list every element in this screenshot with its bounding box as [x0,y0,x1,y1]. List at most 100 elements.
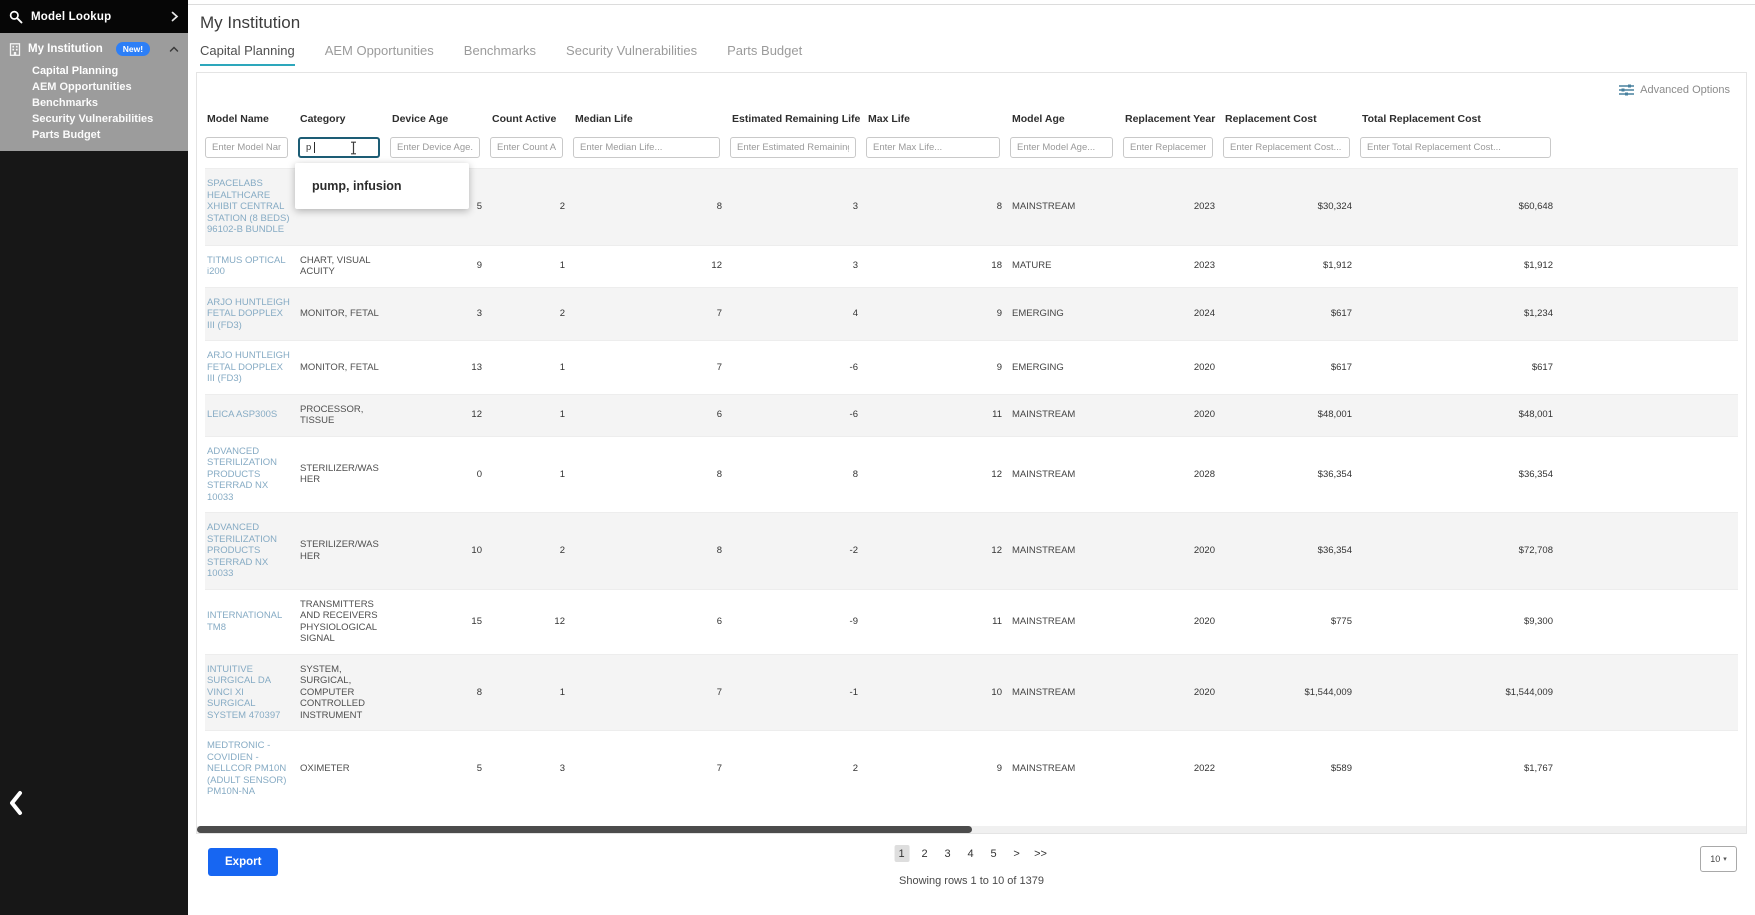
autocomplete-option-pump-infusion[interactable]: pump, infusion [295,179,469,193]
replacement-year-cell: 2023 [1193,260,1215,272]
page-button-4[interactable]: 4 [963,845,978,862]
column-header-replacement-cost[interactable]: Replacement Cost [1223,105,1360,137]
device-age-cell: 5 [476,763,482,774]
model-name-link[interactable]: MEDTRONIC - COVIDIEN - NELLCOR PM10N (AD… [205,731,298,807]
sidebar-item-benchmarks[interactable]: Benchmarks [32,95,188,111]
rows-summary: Showing rows 1 to 10 of 1379 [899,875,1044,887]
median-life-cell: 8 [716,201,722,212]
model-age-cell: MAINSTREAM [1012,468,1076,480]
model-name-link[interactable]: LEICA ASP300S [205,394,298,436]
horizontal-scrollbar[interactable] [197,826,1746,833]
filter-model-name-input[interactable] [205,137,288,158]
column-header-row: Model Name Category Device Age Count Active… [205,105,1738,137]
filter-device-age-input[interactable] [390,137,480,158]
model-age-cell: MAINSTREAM [1012,615,1076,627]
column-header-max-life[interactable]: Max Life [866,105,1010,137]
count-active-cell: 1 [559,260,565,272]
est-remaining-life-cell: -1 [849,686,858,698]
page-button-3[interactable]: 3 [940,845,955,862]
model-age-cell: MATURE [1012,260,1052,272]
text-caret [314,142,315,153]
filter-max-life-input[interactable] [866,137,1000,158]
category-cell: MONITOR, FETAL [300,308,379,319]
model-name-link[interactable]: ADVANCED STERILIZATION PRODUCTS STERRAD … [205,513,298,590]
filter-model-age-input[interactable] [1010,137,1113,158]
column-header-count-active[interactable]: Count Active [490,105,573,137]
column-header-replacement-year[interactable]: Replacement Year [1123,105,1223,137]
max-life-cell: 11 [992,615,1002,627]
table-row: ARJO HUNTLEIGH FETAL DOPPLEX III (FD3) MO… [205,340,1738,395]
filter-count-active-input[interactable] [490,137,563,158]
count-active-cell: 1 [559,409,565,421]
max-life-cell: 9 [996,763,1002,774]
model-name-link[interactable]: SPACELABS HEALTHCARE XHIBIT CENTRAL STAT… [205,169,298,246]
table-body: SPACELABS HEALTHCARE XHIBIT CENTRAL STAT… [205,168,1738,807]
capital-planning-panel: Advanced Options Model Name Category Devic… [196,72,1747,834]
horizontal-scrollbar-thumb[interactable] [197,826,972,833]
column-header-model-name[interactable]: Model Name [205,105,298,137]
next-page-button[interactable]: > [1009,845,1024,862]
model-name-link[interactable]: ADVANCED STERILIZATION PRODUCTS STERRAD … [205,436,298,513]
filter-estimated-remaining-life-input[interactable] [730,137,856,158]
advanced-options-button[interactable]: Advanced Options [1619,84,1730,96]
filter-median-life-input[interactable] [573,137,720,158]
replacement-year-cell: 2020 [1193,686,1215,698]
sidebar-item-security-vulnerabilities[interactable]: Security Vulnerabilities [32,111,188,127]
column-header-model-age[interactable]: Model Age [1010,105,1123,137]
category-cell: PROCESSOR, TISSUE [300,403,364,427]
page-button-2[interactable]: 2 [917,845,932,862]
total-replacement-cost-cell: $72,708 [1518,545,1553,556]
sidebar-item-capital-planning[interactable]: Capital Planning [32,63,188,79]
model-age-cell: EMERGING [1012,308,1064,319]
sidebar-menu: Capital Planning AEM Opportunities Benchma… [0,60,188,143]
my-institution-toggle[interactable]: My Institution New! [0,38,188,60]
sliders-icon [1619,84,1635,96]
est-remaining-life-cell: -2 [849,545,858,556]
model-name-link[interactable]: TITMUS OPTICAL i200 [205,245,298,287]
model-name-link[interactable]: ARJO HUNTLEIGH FETAL DOPPLEX III (FD3) [205,287,298,341]
advanced-options-label: Advanced Options [1640,84,1730,96]
filter-replacement-year-input[interactable] [1123,137,1213,158]
table-footer: Export 1 2 3 4 5 > >> Showing rows 1 to 10 of … [188,834,1755,914]
column-header-estimated-remaining-life[interactable]: Estimated Remaining Life [730,105,866,137]
median-life-cell: 7 [716,763,722,774]
median-life-cell: 8 [716,545,722,556]
table-row: INTUITIVE SURGICAL DA VINCI XI SURGICAL … [205,654,1738,731]
total-replacement-cost-cell: $1,544,009 [1505,686,1553,698]
column-header-total-replacement-cost[interactable]: Total Replacement Cost [1360,105,1561,137]
sidebar-collapse-button[interactable] [5,789,27,817]
chevron-right-icon [171,11,179,22]
tab-parts-budget[interactable]: Parts Budget [727,43,802,66]
table-row: ARJO HUNTLEIGH FETAL DOPPLEX III (FD3) MO… [205,287,1738,341]
export-button[interactable]: Export [208,848,279,876]
category-cell: MONITOR, FETAL [300,361,379,373]
sidebar-item-aem-opportunities[interactable]: AEM Opportunities [32,79,188,95]
last-page-button[interactable]: >> [1032,845,1049,862]
tab-security-vulnerabilities[interactable]: Security Vulnerabilities [566,43,697,66]
max-life-cell: 8 [996,201,1002,212]
model-name-link[interactable]: INTERNATIONAL TM8 [205,589,298,654]
page-button-5[interactable]: 5 [986,845,1001,862]
total-replacement-cost-cell: $9,300 [1523,615,1553,627]
est-remaining-life-cell: 2 [852,763,858,774]
filter-replacement-cost-input[interactable] [1223,137,1350,158]
filter-total-replacement-cost-input[interactable] [1360,137,1551,158]
model-lookup-button[interactable]: Model Lookup [0,0,188,33]
replacement-year-cell: 2024 [1193,308,1215,319]
column-header-category[interactable]: Category [298,105,390,137]
page-button-1[interactable]: 1 [894,845,910,862]
model-name-link[interactable]: INTUITIVE SURGICAL DA VINCI XI SURGICAL … [205,654,298,731]
sidebar-item-parts-budget[interactable]: Parts Budget [32,127,188,143]
replacement-year-cell: 2020 [1193,409,1215,421]
tab-aem-opportunities[interactable]: AEM Opportunities [325,43,434,66]
column-header-median-life[interactable]: Median Life [573,105,730,137]
column-header-device-age[interactable]: Device Age [390,105,490,137]
median-life-cell: 7 [716,361,722,373]
tab-capital-planning[interactable]: Capital Planning [200,43,295,66]
max-life-cell: 9 [996,361,1002,373]
filter-category-input[interactable] [298,137,380,158]
table-row: ADVANCED STERILIZATION PRODUCTS STERRAD … [205,436,1738,513]
model-name-link[interactable]: ARJO HUNTLEIGH FETAL DOPPLEX III (FD3) [205,341,298,395]
tab-benchmarks[interactable]: Benchmarks [464,43,536,66]
page-size-select[interactable]: 10 ▾ [1700,846,1737,872]
